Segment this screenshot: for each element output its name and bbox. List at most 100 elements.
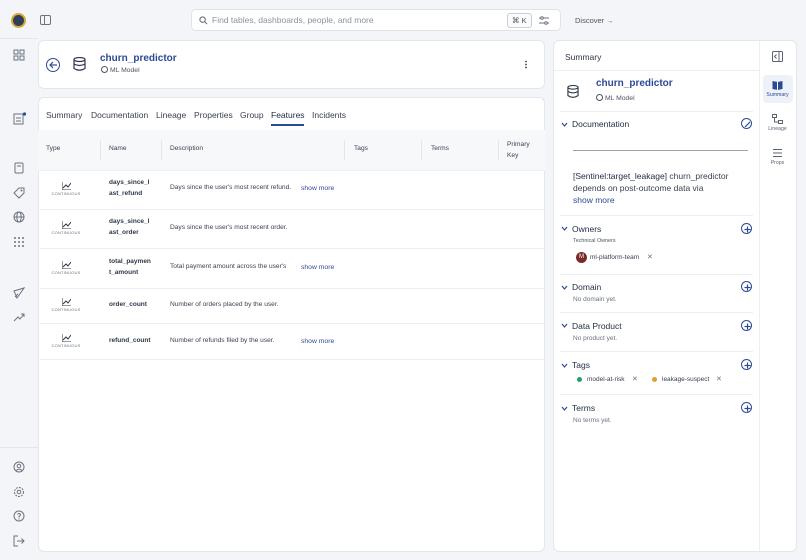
row-divider — [38, 170, 545, 171]
chevron-down-icon[interactable] — [561, 284, 568, 291]
owner-name[interactable]: ml-platform-team — [590, 254, 639, 261]
section-divider — [560, 215, 753, 216]
documentation-text: [Sentinel:target_leakage] churn_predicto… — [573, 170, 753, 194]
column-tags[interactable]: Tags — [354, 145, 368, 152]
remove-tag-icon[interactable]: ✕ — [632, 375, 638, 383]
tag-icon[interactable] — [13, 187, 25, 199]
panel-sidebar-divider — [759, 41, 760, 551]
side-tab-summary[interactable]: Summary — [763, 80, 792, 98]
settings-gear-icon[interactable] — [13, 486, 25, 498]
active-tab-underline — [271, 124, 304, 126]
sentinel-tag: [Sentinel:target_leakage] — [573, 171, 668, 181]
show-more-link[interactable]: show more — [301, 338, 334, 345]
owners-subheading: Technical Owners — [573, 238, 616, 244]
add-tag-button[interactable] — [741, 359, 752, 370]
feature-name[interactable]: days_since_l ast_order — [109, 217, 149, 238]
column-name[interactable]: Name — [109, 145, 127, 152]
feature-description: Number of refunds filed by the user. — [170, 337, 275, 344]
chevron-down-icon[interactable] — [561, 322, 568, 329]
home-grid-icon[interactable] — [13, 49, 25, 61]
chevron-down-icon[interactable] — [561, 362, 568, 369]
show-more-link[interactable]: show more — [301, 185, 334, 192]
column-divider — [344, 140, 345, 160]
side-tab-lineage[interactable]: Lineage — [763, 114, 792, 132]
plus-icon — [744, 284, 750, 290]
data-product-section-title[interactable]: Data Product — [572, 321, 622, 331]
sign-out-icon[interactable] — [13, 535, 25, 547]
feature-name[interactable]: total_paymen t_amount — [109, 257, 151, 278]
panel-entity-title[interactable]: churn_predictor — [596, 78, 673, 89]
sidebar-toggle-icon[interactable] — [40, 15, 51, 25]
discover-link[interactable]: Discover → — [575, 16, 613, 25]
feature-name[interactable]: order_count — [109, 300, 147, 311]
add-data-product-button[interactable] — [741, 320, 752, 331]
rail-divider — [0, 447, 38, 448]
back-button[interactable] — [46, 58, 60, 72]
feature-name[interactable]: days_since_l ast_refund — [109, 178, 149, 199]
row-divider — [38, 288, 545, 289]
chevron-down-icon[interactable] — [561, 405, 568, 412]
add-term-button[interactable] — [741, 402, 752, 413]
section-divider — [560, 394, 753, 395]
chevron-down-icon[interactable] — [561, 121, 568, 128]
feature-name-line1: days_since_l — [109, 179, 150, 186]
panel-heading: Summary — [565, 52, 602, 62]
tab-lineage[interactable]: Lineage — [156, 110, 186, 120]
search-input[interactable]: Find tables, dashboards, people, and mor… — [212, 15, 374, 25]
tag-chip[interactable]: model-at-risk — [587, 376, 625, 383]
add-owner-button[interactable] — [741, 223, 752, 234]
more-menu-button[interactable] — [519, 58, 533, 72]
feature-description: Total payment amount across the user's — [170, 263, 287, 270]
trend-up-icon[interactable] — [13, 311, 25, 323]
panel-entity-type-label: ML Model — [605, 95, 635, 102]
edit-documentation-button[interactable] — [741, 118, 752, 129]
remove-tag-icon[interactable]: ✕ — [716, 375, 722, 383]
data-product-empty: No product yet. — [573, 335, 618, 342]
tags-section-title[interactable]: Tags — [572, 360, 590, 370]
plus-icon — [744, 226, 750, 232]
tab-documentation[interactable]: Documentation — [91, 110, 148, 120]
documentation-section-title[interactable]: Documentation — [572, 119, 629, 129]
show-more-link[interactable]: show more — [301, 264, 334, 271]
column-type[interactable]: Type — [46, 145, 60, 152]
remove-owner-icon[interactable]: ✕ — [647, 253, 653, 261]
column-terms[interactable]: Terms — [431, 145, 449, 152]
add-domain-button[interactable] — [741, 281, 752, 292]
column-primary-key[interactable]: Primary Key — [507, 140, 530, 161]
column-description[interactable]: Description — [170, 145, 203, 152]
filter-sliders-icon[interactable] — [539, 16, 549, 25]
documentation-show-more[interactable]: show more — [573, 195, 615, 205]
app-logo[interactable] — [11, 13, 26, 28]
book-icon[interactable] — [13, 162, 25, 174]
feature-name[interactable]: refund_count — [109, 336, 151, 347]
collapse-panel-icon[interactable] — [772, 51, 783, 62]
search-bar[interactable]: Find tables, dashboards, people, and mor… — [191, 9, 561, 31]
rocket-icon[interactable] — [13, 287, 25, 299]
arrow-left-icon — [49, 61, 57, 69]
chevron-down-icon[interactable] — [561, 225, 568, 232]
domain-section-title[interactable]: Domain — [572, 282, 601, 292]
side-tab-summary-label: Summary — [766, 92, 789, 98]
owners-section-title[interactable]: Owners — [572, 224, 601, 234]
lineage-icon — [772, 114, 783, 124]
type-cell: CONTINUOUS — [50, 334, 82, 348]
tab-group[interactable]: Group — [240, 110, 264, 120]
tab-features[interactable]: Features — [271, 110, 305, 120]
tab-properties[interactable]: Properties — [194, 110, 233, 120]
tab-incidents[interactable]: Incidents — [312, 110, 346, 120]
edit-document-icon[interactable] — [13, 112, 27, 125]
tab-summary[interactable]: Summary — [46, 110, 82, 120]
tag-chip[interactable]: leakage-suspect — [662, 376, 709, 383]
grid-apps-icon[interactable] — [13, 236, 25, 248]
entity-title[interactable]: churn_predictor — [100, 53, 177, 64]
help-icon[interactable] — [13, 510, 25, 522]
documentation-line2: depends on post-outcome data via — [573, 183, 704, 193]
terms-section-title[interactable]: Terms — [572, 403, 595, 413]
globe-icon[interactable] — [13, 211, 25, 223]
documentation-line1: churn_predictor — [669, 171, 729, 181]
panel-entity-type: ML Model — [596, 94, 635, 102]
user-profile-icon[interactable] — [13, 461, 25, 473]
plus-icon — [744, 405, 750, 411]
side-tab-props[interactable]: Props — [763, 148, 792, 166]
entity-header-card — [38, 40, 545, 89]
